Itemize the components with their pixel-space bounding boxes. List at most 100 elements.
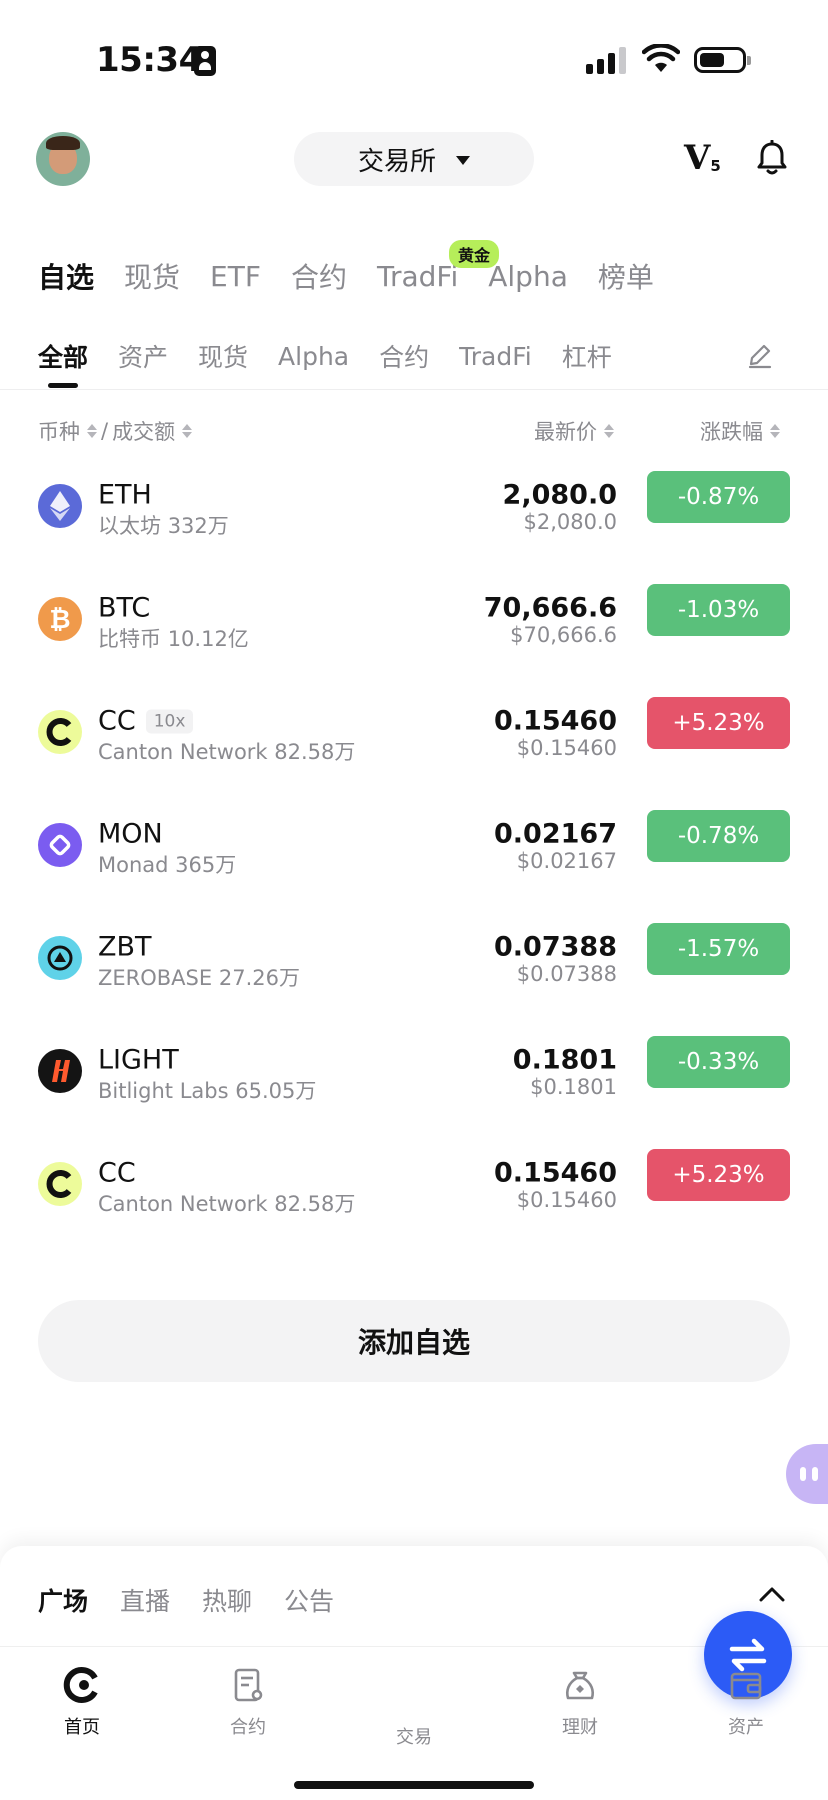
column-header-change[interactable]: 涨跌幅 bbox=[700, 416, 780, 446]
subtab-futures[interactable]: 合约 bbox=[379, 338, 429, 374]
change-badge[interactable]: +5.23% bbox=[647, 697, 790, 749]
watchlist-row-eth[interactable]: ETH 以太坊 332万 2,080.0 $2,080.0 -0.87% bbox=[0, 450, 828, 563]
usd-price: $2,080.0 bbox=[523, 510, 617, 534]
edit-icon[interactable] bbox=[746, 342, 774, 370]
change-badge[interactable]: -0.33% bbox=[647, 1036, 790, 1088]
ethereum-icon bbox=[38, 484, 82, 528]
chevron-up-icon[interactable] bbox=[758, 1584, 786, 1604]
assistant-bubble-icon[interactable] bbox=[786, 1444, 828, 1504]
tab-etf[interactable]: ETF bbox=[210, 260, 261, 293]
nav-trade[interactable]: 交易 bbox=[334, 1611, 792, 1749]
coin-name-volume: ZEROBASE 27.26万 bbox=[98, 962, 300, 992]
tab-square[interactable]: 广场 bbox=[38, 1582, 88, 1618]
tab-live[interactable]: 直播 bbox=[120, 1582, 170, 1618]
column-header-coin-volume[interactable]: 币种 / 成交额 bbox=[38, 416, 193, 446]
tab-announcements[interactable]: 公告 bbox=[284, 1582, 334, 1618]
sort-icon bbox=[604, 424, 614, 438]
coin-symbol: LIGHT bbox=[98, 1045, 179, 1076]
nav-home[interactable]: 首页 bbox=[2, 1647, 162, 1739]
coin-symbol-text: CC bbox=[98, 1157, 136, 1189]
community-tabs: 广场 直播 热聊 公告 bbox=[38, 1582, 334, 1618]
tab-futures[interactable]: 合约 bbox=[291, 256, 347, 296]
subtab-margin[interactable]: 杠杆 bbox=[562, 338, 612, 374]
column-header-price[interactable]: 最新价 bbox=[534, 416, 614, 446]
status-bar: 15:34 bbox=[0, 0, 828, 120]
id-card-icon bbox=[194, 46, 216, 76]
coin-volume: 10.12亿 bbox=[167, 627, 249, 651]
change-badge[interactable]: -0.87% bbox=[647, 471, 790, 523]
watchlist-row-cc[interactable]: CC Canton Network 82.58万 0.15460 $0.1546… bbox=[0, 1128, 828, 1241]
nav-futures[interactable]: 合约 bbox=[168, 1647, 328, 1739]
monad-icon bbox=[38, 823, 82, 867]
coin-name: Bitlight Labs bbox=[98, 1079, 229, 1103]
canton-icon bbox=[38, 710, 82, 754]
last-price: 0.07388 bbox=[494, 931, 617, 963]
coin-symbol-text: BTC bbox=[98, 592, 151, 624]
tab-alpha[interactable]: Alpha bbox=[488, 260, 568, 293]
coin-volume: 82.58万 bbox=[274, 740, 356, 764]
watchlist-row-cc[interactable]: CC 10x Canton Network 82.58万 0.15460 $0.1… bbox=[0, 676, 828, 789]
coin-name: Monad bbox=[98, 853, 169, 877]
wallet-icon bbox=[730, 1672, 762, 1700]
subtab-holdings[interactable]: 资产 bbox=[118, 338, 168, 374]
nav-futures-label: 合约 bbox=[230, 1717, 266, 1738]
watchlist-row-light[interactable]: LIGHT Bitlight Labs 65.05万 0.1801 $0.180… bbox=[0, 1015, 828, 1128]
coin-symbol-text: LIGHT bbox=[98, 1044, 179, 1076]
subtab-spot[interactable]: 现货 bbox=[198, 338, 248, 374]
coin-name-volume: Canton Network 82.58万 bbox=[98, 1188, 355, 1218]
coin-symbol-text: ZBT bbox=[98, 931, 152, 963]
tab-rankings[interactable]: 榜单 bbox=[598, 256, 654, 296]
tab-hot-chat[interactable]: 热聊 bbox=[202, 1582, 252, 1618]
coin-name: Canton Network bbox=[98, 740, 268, 764]
coin-volume: 65.05万 bbox=[235, 1079, 317, 1103]
status-time: 15:34 bbox=[96, 40, 202, 80]
vip-level-number: 5 bbox=[710, 157, 721, 175]
last-price: 2,080.0 bbox=[502, 479, 617, 511]
subtab-tradfi[interactable]: TradFi bbox=[459, 342, 532, 371]
coin-symbol-text: MON bbox=[98, 818, 163, 850]
watchlist-row-zbt[interactable]: ZBT ZEROBASE 27.26万 0.07388 $0.07388 -1.… bbox=[0, 902, 828, 1015]
watchlist-row-mon[interactable]: MON Monad 365万 0.02167 $0.02167 -0.78% bbox=[0, 789, 828, 902]
coin-name-volume: 以太坊 332万 bbox=[98, 510, 229, 540]
usd-price: $0.1801 bbox=[530, 1075, 617, 1099]
subtab-alpha[interactable]: Alpha bbox=[278, 342, 349, 371]
add-favorites-button[interactable]: 添加自选 bbox=[38, 1300, 790, 1382]
subtab-all[interactable]: 全部 bbox=[38, 338, 88, 388]
sort-icon bbox=[87, 424, 97, 438]
coin-name: ZEROBASE bbox=[98, 966, 213, 990]
change-badge[interactable]: -1.57% bbox=[647, 923, 790, 975]
watchlist-row-btc[interactable]: ₿ BTC 比特币 10.12亿 70,666.6 $70,666.6 -1.0… bbox=[0, 563, 828, 676]
coin-name-volume: Canton Network 82.58万 bbox=[98, 736, 355, 766]
column-header-change-label: 涨跌幅 bbox=[700, 420, 763, 444]
change-badge[interactable]: -0.78% bbox=[647, 810, 790, 862]
change-badge[interactable]: +5.23% bbox=[647, 1149, 790, 1201]
coin-name-volume: Bitlight Labs 65.05万 bbox=[98, 1075, 316, 1105]
avatar[interactable] bbox=[36, 132, 90, 186]
nav-assets[interactable]: 资产 bbox=[666, 1647, 826, 1739]
tab-favorites[interactable]: 自选 bbox=[38, 256, 94, 296]
last-price: 0.15460 bbox=[494, 1157, 617, 1189]
exchange-mode-dropdown[interactable]: 交易所 bbox=[294, 132, 534, 186]
coin-symbol: ZBT bbox=[98, 932, 152, 963]
primary-tabs: 自选 现货 ETF 合约 TradFi Alpha 榜单 bbox=[38, 254, 654, 298]
nav-assets-label: 资产 bbox=[728, 1717, 764, 1738]
nav-earn[interactable]: 理财 bbox=[500, 1647, 660, 1739]
change-badge[interactable]: -1.03% bbox=[647, 584, 790, 636]
tab-tradfi[interactable]: TradFi bbox=[377, 260, 458, 293]
coin-symbol: MON bbox=[98, 819, 163, 850]
notification-bell-icon[interactable] bbox=[756, 140, 788, 176]
cellular-signal-icon bbox=[586, 46, 628, 74]
bitlight-icon bbox=[38, 1049, 82, 1093]
coin-name: 以太坊 bbox=[98, 514, 161, 538]
sort-icon bbox=[770, 424, 780, 438]
coin-volume: 82.58万 bbox=[274, 1192, 356, 1216]
last-price: 0.1801 bbox=[512, 1044, 617, 1076]
coin-name: Canton Network bbox=[98, 1192, 268, 1216]
vip-level-badge[interactable]: V5 bbox=[684, 138, 721, 178]
tab-spot[interactable]: 现货 bbox=[124, 256, 180, 296]
coin-name: 比特币 bbox=[98, 627, 161, 651]
coin-symbol: CC bbox=[98, 1158, 136, 1189]
usd-price: $0.02167 bbox=[516, 849, 617, 873]
column-header-volume: 成交额 bbox=[112, 420, 176, 444]
community-bar: 广场 直播 热聊 公告 bbox=[0, 1546, 828, 1646]
